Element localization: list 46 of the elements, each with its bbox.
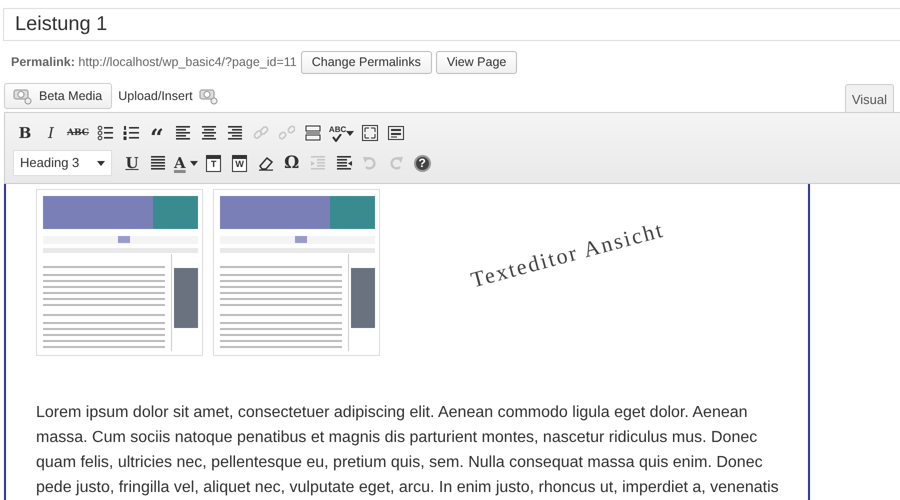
camera-icon <box>13 87 33 105</box>
bullet-list-icon <box>96 125 113 141</box>
indent-icon <box>336 155 352 171</box>
undo-icon <box>362 155 378 171</box>
strikethrough-button[interactable]: ABC <box>65 121 91 145</box>
outdent-icon <box>310 155 326 171</box>
unlink-icon <box>278 125 295 141</box>
editor-tab[interactable]: Visual <box>844 84 894 112</box>
paste-button[interactable]: T <box>202 151 226 175</box>
underline-button[interactable]: U <box>120 151 144 175</box>
upload-insert-link[interactable]: Upload/Insert <box>118 86 193 106</box>
media-button[interactable]: Beta Media <box>4 82 112 110</box>
redo-icon <box>388 155 404 171</box>
italic-button[interactable]: I <box>39 121 63 145</box>
caret-icon[interactable] <box>346 130 354 136</box>
text-color-button[interactable]: A <box>172 151 200 175</box>
link-icon <box>252 125 269 141</box>
paragraph-line: pede justo, fringilla vel, aliquet nec, vulputate eget, arcu. In enim justo, rhoncus ut, imperdiet a, venenatis <box>36 478 780 498</box>
paragraph-line: massa. Cum sociis natoque penatibus et magnis dis parturient montes, nascetur ridiculus mus. Donec <box>36 428 758 448</box>
permalink-button[interactable]: View Page <box>436 51 518 74</box>
permalink-button[interactable]: Change Permalinks <box>300 51 432 74</box>
align-center-icon <box>200 125 217 141</box>
camera-icon <box>198 87 219 105</box>
caret-icon[interactable] <box>97 160 105 166</box>
page-break-icon <box>304 125 321 141</box>
caret-icon[interactable] <box>190 160 198 166</box>
bold-button[interactable]: B <box>13 121 37 145</box>
title-field[interactable]: Leistung 1 <box>3 8 900 41</box>
fullscreen-icon <box>362 125 378 141</box>
blockquote-button[interactable]: “ <box>144 121 169 145</box>
check-icon <box>332 134 342 142</box>
align-left-icon <box>174 125 191 141</box>
paragraph-line: quam felis, ultricies nec, pellentesque eu, pretium quis, sem. Nulla consequat massa quis enim. Donec <box>36 453 764 473</box>
paste-button[interactable]: W <box>228 151 252 175</box>
numbered-list-icon <box>122 125 139 141</box>
permalink-text: Permalink: http://localhost/wp_basic4/?page_id=11 <box>11 54 297 72</box>
justify-icon <box>150 155 166 171</box>
toolbar-toggle-icon <box>388 125 404 141</box>
special-character-button[interactable]: Ω <box>280 151 304 175</box>
eraser-icon <box>258 155 274 171</box>
align-right-icon <box>226 125 243 141</box>
format-dropdown[interactable]: Heading 3 <box>13 150 112 176</box>
paragraph-line: Lorem ipsum dolor sit amet, consectetuer adipiscing elit. Aenean commodo ligula eget dolor. Aenean <box>36 403 749 423</box>
annotation-text: Texteditor Ansicht <box>467 216 668 294</box>
spellcheck-button[interactable]: ABC <box>326 121 356 145</box>
help-button[interactable]: ? <box>414 154 431 172</box>
